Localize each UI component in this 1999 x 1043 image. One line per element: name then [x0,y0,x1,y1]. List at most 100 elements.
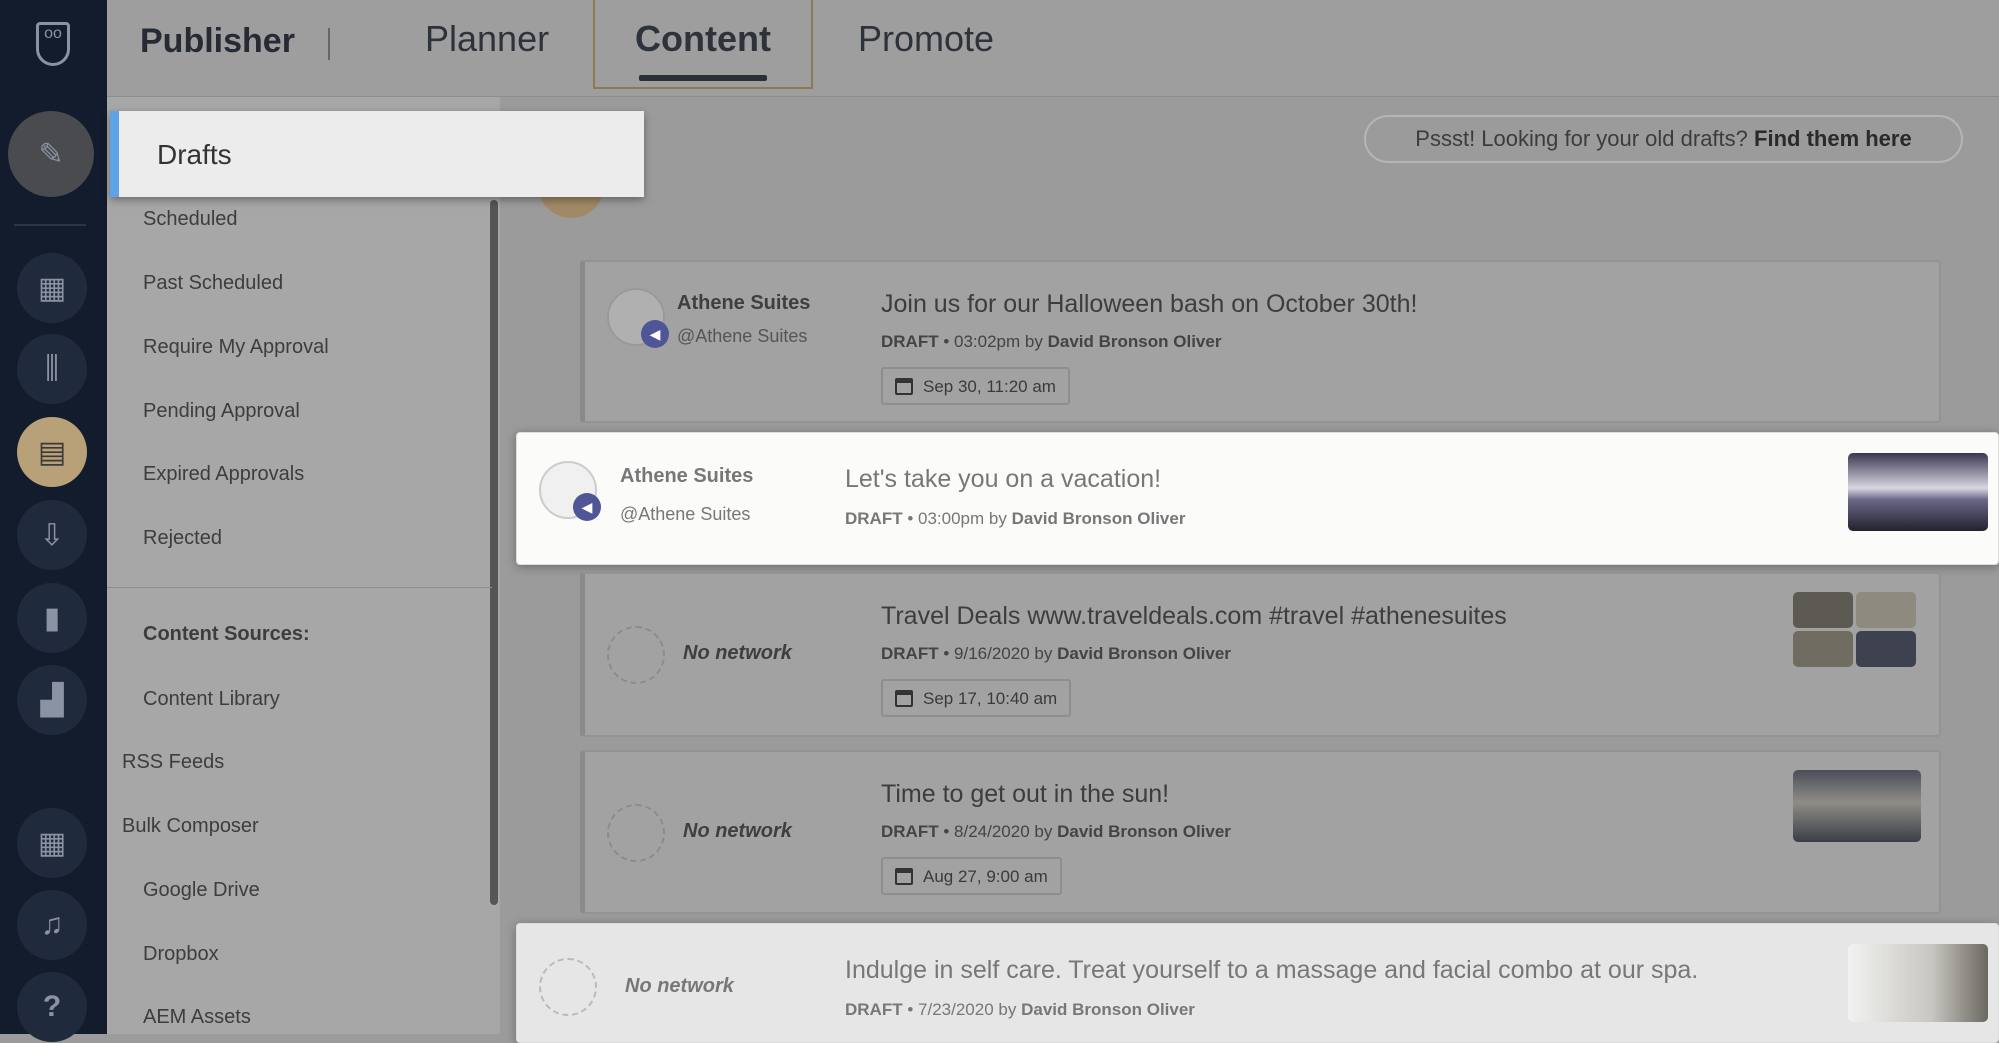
status: DRAFT [845,509,903,528]
old-drafts-notice[interactable]: Pssst! Looking for your old drafts? Find… [1364,115,1963,163]
time: 7/23/2020 [918,1000,994,1019]
app-title: Publisher [140,22,295,60]
find-them-link[interactable]: Find them here [1754,126,1912,151]
draft-card[interactable]: No network Indulge in self care. Treat y… [516,923,1999,1043]
author: David Bronson Oliver [1021,1000,1195,1019]
post-thumbnail[interactable] [1856,592,1916,628]
post-message: Indulge in self care. Treat yourself to … [845,956,1699,984]
sidebar-item-content-library[interactable]: Content Library [143,688,280,711]
author: David Bronson Oliver [1011,509,1186,528]
clipboard-icon[interactable]: ▮ [17,583,87,653]
status: DRAFT [881,822,939,841]
sidebar-item-scheduled[interactable]: Scheduled [143,208,238,231]
tab-content[interactable]: Content [593,0,813,89]
post-message: Time to get out in the sun! [881,780,1170,808]
sidebar-item-past-scheduled[interactable]: Past Scheduled [143,272,283,295]
account-handle: @Athene Suites [620,504,751,524]
sidebar-item-google-drive[interactable]: Google Drive [143,879,260,902]
post-thumbnail[interactable] [1848,453,1988,531]
time: 8/24/2020 [954,822,1030,841]
drafts-label: Drafts [157,139,232,170]
draft-card[interactable]: No network Time to get out in the sun! D… [580,750,1941,914]
post-meta: DRAFT • 03:02pm by David Bronson Oliver [881,332,1222,351]
sidebar-item-require-approval[interactable]: Require My Approval [143,336,329,359]
post-message: Travel Deals www.traveldeals.com #travel… [881,602,1507,630]
account-name: Athene Suites [677,292,811,314]
date-text: Sep 30, 11:20 am [923,377,1056,396]
by: by [998,1000,1017,1019]
header: Publisher Planner Content Promote [107,0,1999,97]
post-message: Let's take you on a vacation! [845,465,1162,493]
compose-icon[interactable]: ✎ [8,111,94,197]
tab-promote[interactable]: Promote [858,18,994,60]
divider [328,28,330,60]
sidebar-item-pending-approval[interactable]: Pending Approval [143,400,300,423]
sidebar-item-bulk-composer[interactable]: Bulk Composer [122,815,259,838]
sidebar-item-dropbox[interactable]: Dropbox [143,943,219,966]
avatar: ◀ [539,461,601,521]
author: David Bronson Oliver [1057,822,1231,841]
date-text: Sep 17, 10:40 am [923,689,1058,708]
avatar: ◀ [607,288,669,348]
sidebar-scrollbar[interactable] [490,200,498,905]
status: DRAFT [845,1000,903,1019]
post-thumbnail[interactable] [1856,631,1916,667]
by: by [1034,644,1053,663]
analytics-icon[interactable]: ▟ [17,665,87,735]
content-sources-heading: Content Sources: [143,623,310,645]
post-message: Join us for our Halloween bash on Octobe… [881,290,1418,318]
no-network-avatar [607,804,665,862]
post-thumbnail[interactable] [1848,944,1988,1022]
calendar-icon [895,690,913,707]
bell-icon[interactable]: ♫ [17,890,87,960]
tab-planner[interactable]: Planner [425,18,549,60]
sidebar-item-rss-feeds[interactable]: RSS Feeds [122,751,224,774]
post-meta: DRAFT • 03:00pm by David Bronson Oliver [845,509,1186,528]
no-network-avatar [539,958,597,1016]
megaphone-icon: ◀ [641,320,669,348]
by: by [1034,822,1053,841]
sidebar-item-expired-approvals[interactable]: Expired Approvals [143,463,304,486]
notice-text: Pssst! Looking for your old drafts? [1415,126,1748,151]
calendar-icon [895,378,913,395]
no-network-label: No network [683,642,792,664]
streams-icon[interactable]: ⫼ [17,334,87,404]
sidebar-divider [107,587,492,588]
tab-label: Content [635,18,771,59]
calendar-icon[interactable]: ▤ [17,417,87,487]
by: by [988,509,1007,528]
sidebar-item-aem-assets[interactable]: AEM Assets [143,1006,251,1029]
date-text: Aug 27, 9:00 am [923,867,1048,886]
draft-card[interactable]: No network Travel Deals www.traveldeals.… [580,572,1941,737]
post-thumbnail[interactable] [1793,631,1853,667]
post-thumbnail[interactable] [1793,770,1921,842]
no-network-label: No network [683,820,792,842]
dashboard-icon[interactable]: ▦ [17,253,87,323]
post-meta: DRAFT • 7/23/2020 by David Bronson Olive… [845,1000,1195,1019]
post-meta: DRAFT • 9/16/2020 by David Bronson Olive… [881,644,1231,663]
status: DRAFT [881,332,939,351]
calendar-icon [895,868,913,885]
draft-card[interactable]: ◀ Athene Suites @Athene Suites Join us f… [580,260,1941,423]
time: 03:00pm [918,509,985,528]
sidebar-item-rejected[interactable]: Rejected [143,527,222,550]
megaphone-icon: ◀ [573,493,601,521]
owl-logo[interactable]: oo [36,22,70,66]
inbox-icon[interactable]: ⇩ [17,500,87,570]
nav-rail: oo ✎ ▦ ⫼ ▤ ⇩ ▮ ▟ ▦ ♫ ? [0,0,107,1042]
author: David Bronson Oliver [1047,332,1222,351]
help-icon[interactable]: ? [17,972,87,1042]
apps-icon[interactable]: ▦ [17,808,87,878]
by: by [1024,332,1043,351]
rail-divider [14,224,86,226]
scheduled-date[interactable]: Sep 17, 10:40 am [881,679,1072,717]
time: 03:02pm [954,332,1021,351]
author: David Bronson Oliver [1057,644,1231,663]
account-name: Athene Suites [620,465,754,487]
sidebar-item-drafts[interactable]: Drafts [110,111,644,197]
scheduled-date[interactable]: Sep 30, 11:20 am [881,367,1070,405]
post-thumbnail[interactable] [1793,592,1853,628]
scheduled-date[interactable]: Aug 27, 9:00 am [881,857,1062,895]
draft-card[interactable]: ◀ Athene Suites @Athene Suites Let's tak… [516,432,1999,565]
account-handle: @Athene Suites [677,326,808,346]
